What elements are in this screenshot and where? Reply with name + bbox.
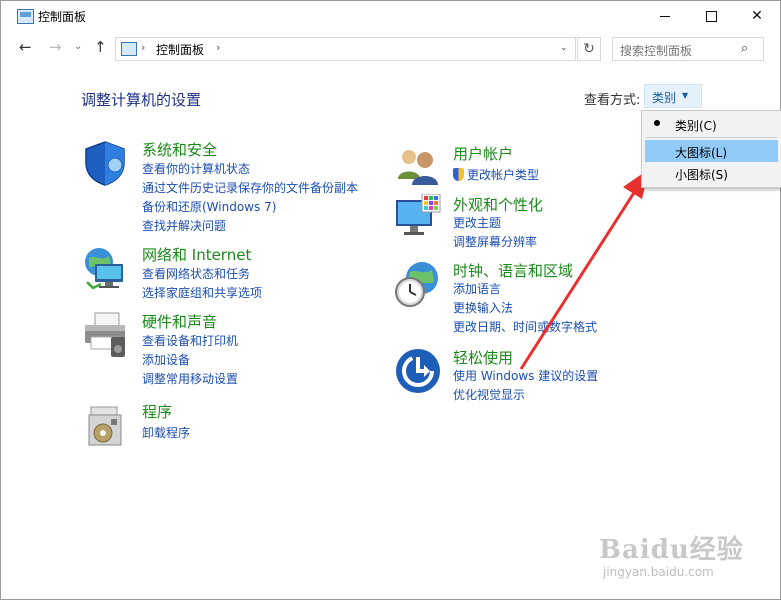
- menu-item-small-icons[interactable]: 小图标(S): [645, 162, 778, 184]
- watermark-url: jingyan.baidu.com: [603, 565, 714, 579]
- view-by-menu: 类别(C) 大图标(L) 小图标(S): [641, 110, 781, 188]
- watermark: Baidu经验 jingyan.baidu.com: [599, 529, 744, 579]
- watermark-logo: Baidu经验: [599, 535, 744, 565]
- menu-item-label: 类别(C): [675, 119, 717, 133]
- control-panel-window: 控制面板 ✕ ← → ⌄ ↑ › 控制面板 › ⌄ ↻ 搜索控制面板 ⌕ 调整计…: [0, 0, 781, 600]
- menu-item-label: 大图标(L): [675, 146, 728, 160]
- annotation-arrow: [519, 169, 649, 370]
- menu-item-label: 小图标(S): [675, 168, 728, 182]
- menu-separator: [646, 137, 777, 138]
- selected-bullet-icon: [654, 120, 660, 126]
- menu-item-large-icons[interactable]: 大图标(L): [645, 140, 778, 162]
- arrow-line: [519, 187, 639, 370]
- menu-item-category[interactable]: 类别(C): [645, 113, 778, 135]
